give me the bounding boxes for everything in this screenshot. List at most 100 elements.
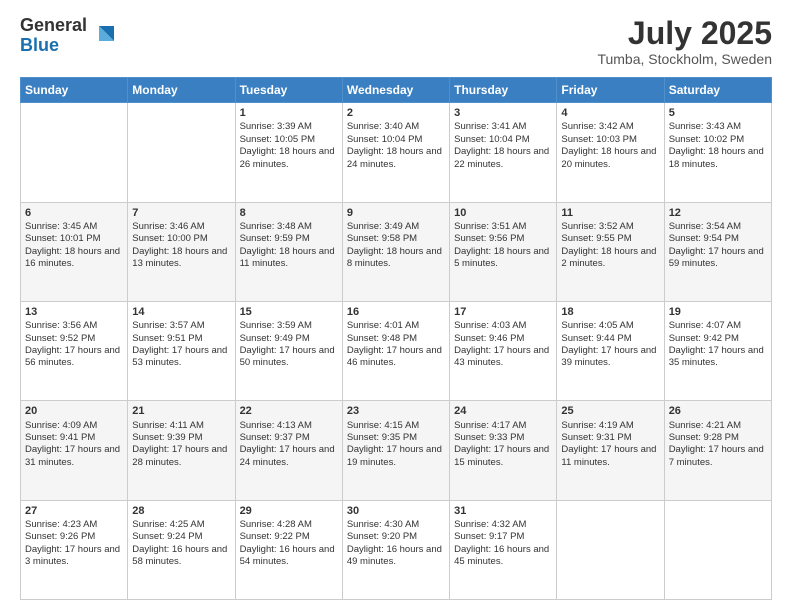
day-info: Sunrise: 3:40 AM (347, 121, 445, 133)
day-info: Sunrise: 4:23 AM (25, 519, 123, 531)
day-number: 6 (25, 206, 123, 220)
day-number: 30 (347, 504, 445, 518)
day-info: Sunset: 9:22 PM (240, 531, 338, 543)
day-number: 20 (25, 404, 123, 418)
day-number: 10 (454, 206, 552, 220)
col-sunday: Sunday (21, 78, 128, 103)
day-info: Sunrise: 3:52 AM (561, 221, 659, 233)
day-info: Sunset: 9:39 PM (132, 432, 230, 444)
day-info: Sunset: 10:02 PM (669, 134, 767, 146)
day-info: Sunrise: 4:01 AM (347, 320, 445, 332)
calendar-cell: 20Sunrise: 4:09 AMSunset: 9:41 PMDayligh… (21, 401, 128, 500)
day-number: 22 (240, 404, 338, 418)
day-info: Sunset: 9:48 PM (347, 333, 445, 345)
day-info: Sunrise: 4:30 AM (347, 519, 445, 531)
day-info: Sunrise: 4:07 AM (669, 320, 767, 332)
day-number: 8 (240, 206, 338, 220)
day-info: Sunrise: 4:17 AM (454, 420, 552, 432)
calendar-table: Sunday Monday Tuesday Wednesday Thursday… (20, 77, 772, 600)
calendar-cell: 24Sunrise: 4:17 AMSunset: 9:33 PMDayligh… (450, 401, 557, 500)
day-number: 26 (669, 404, 767, 418)
day-info: Daylight: 17 hours and 50 minutes. (240, 345, 338, 370)
logo-general: General (20, 16, 87, 36)
day-info: Sunset: 9:17 PM (454, 531, 552, 543)
day-number: 5 (669, 106, 767, 120)
header: General Blue July 2025 Tumba, Stockholm,… (20, 16, 772, 67)
location: Tumba, Stockholm, Sweden (597, 51, 772, 67)
day-info: Sunset: 9:59 PM (240, 233, 338, 245)
day-info: Daylight: 17 hours and 19 minutes. (347, 444, 445, 469)
day-info: Daylight: 18 hours and 22 minutes. (454, 146, 552, 171)
day-number: 13 (25, 305, 123, 319)
day-info: Sunrise: 3:56 AM (25, 320, 123, 332)
calendar-week-4: 20Sunrise: 4:09 AMSunset: 9:41 PMDayligh… (21, 401, 772, 500)
calendar-cell: 28Sunrise: 4:25 AMSunset: 9:24 PMDayligh… (128, 500, 235, 599)
col-saturday: Saturday (664, 78, 771, 103)
day-info: Sunset: 10:05 PM (240, 134, 338, 146)
calendar-cell: 25Sunrise: 4:19 AMSunset: 9:31 PMDayligh… (557, 401, 664, 500)
day-info: Daylight: 18 hours and 18 minutes. (669, 146, 767, 171)
day-info: Sunrise: 3:41 AM (454, 121, 552, 133)
day-info: Daylight: 18 hours and 24 minutes. (347, 146, 445, 171)
calendar-cell: 11Sunrise: 3:52 AMSunset: 9:55 PMDayligh… (557, 202, 664, 301)
calendar-cell: 7Sunrise: 3:46 AMSunset: 10:00 PMDayligh… (128, 202, 235, 301)
calendar-week-2: 6Sunrise: 3:45 AMSunset: 10:01 PMDayligh… (21, 202, 772, 301)
month-title: July 2025 (597, 16, 772, 51)
day-info: Daylight: 18 hours and 16 minutes. (25, 246, 123, 271)
day-info: Sunrise: 3:46 AM (132, 221, 230, 233)
day-info: Daylight: 17 hours and 24 minutes. (240, 444, 338, 469)
calendar-cell: 17Sunrise: 4:03 AMSunset: 9:46 PMDayligh… (450, 301, 557, 400)
calendar-cell: 1Sunrise: 3:39 AMSunset: 10:05 PMDayligh… (235, 103, 342, 202)
day-info: Daylight: 17 hours and 31 minutes. (25, 444, 123, 469)
day-number: 16 (347, 305, 445, 319)
logo: General Blue (20, 16, 119, 56)
day-info: Sunrise: 3:57 AM (132, 320, 230, 332)
logo-icon (89, 21, 119, 51)
day-info: Sunset: 9:28 PM (669, 432, 767, 444)
day-info: Daylight: 17 hours and 15 minutes. (454, 444, 552, 469)
day-info: Sunset: 10:01 PM (25, 233, 123, 245)
col-thursday: Thursday (450, 78, 557, 103)
calendar-cell: 15Sunrise: 3:59 AMSunset: 9:49 PMDayligh… (235, 301, 342, 400)
day-info: Sunset: 10:04 PM (454, 134, 552, 146)
day-info: Daylight: 18 hours and 2 minutes. (561, 246, 659, 271)
col-friday: Friday (557, 78, 664, 103)
day-info: Sunrise: 3:49 AM (347, 221, 445, 233)
day-info: Sunset: 9:24 PM (132, 531, 230, 543)
calendar-cell: 26Sunrise: 4:21 AMSunset: 9:28 PMDayligh… (664, 401, 771, 500)
day-number: 15 (240, 305, 338, 319)
day-info: Daylight: 17 hours and 43 minutes. (454, 345, 552, 370)
day-info: Sunrise: 4:09 AM (25, 420, 123, 432)
day-number: 3 (454, 106, 552, 120)
calendar-cell: 8Sunrise: 3:48 AMSunset: 9:59 PMDaylight… (235, 202, 342, 301)
calendar-cell: 29Sunrise: 4:28 AMSunset: 9:22 PMDayligh… (235, 500, 342, 599)
day-info: Sunset: 10:03 PM (561, 134, 659, 146)
calendar-cell: 23Sunrise: 4:15 AMSunset: 9:35 PMDayligh… (342, 401, 449, 500)
day-info: Sunrise: 4:11 AM (132, 420, 230, 432)
calendar-cell: 22Sunrise: 4:13 AMSunset: 9:37 PMDayligh… (235, 401, 342, 500)
day-info: Sunrise: 4:19 AM (561, 420, 659, 432)
day-info: Sunrise: 4:28 AM (240, 519, 338, 531)
logo-blue: Blue (20, 36, 87, 56)
day-number: 18 (561, 305, 659, 319)
day-info: Daylight: 18 hours and 8 minutes. (347, 246, 445, 271)
day-info: Daylight: 18 hours and 11 minutes. (240, 246, 338, 271)
calendar-cell (128, 103, 235, 202)
calendar-cell: 14Sunrise: 3:57 AMSunset: 9:51 PMDayligh… (128, 301, 235, 400)
col-wednesday: Wednesday (342, 78, 449, 103)
calendar-week-5: 27Sunrise: 4:23 AMSunset: 9:26 PMDayligh… (21, 500, 772, 599)
calendar-cell: 30Sunrise: 4:30 AMSunset: 9:20 PMDayligh… (342, 500, 449, 599)
calendar-cell: 3Sunrise: 3:41 AMSunset: 10:04 PMDayligh… (450, 103, 557, 202)
day-info: Daylight: 16 hours and 45 minutes. (454, 544, 552, 569)
calendar-cell: 31Sunrise: 4:32 AMSunset: 9:17 PMDayligh… (450, 500, 557, 599)
day-info: Daylight: 18 hours and 13 minutes. (132, 246, 230, 271)
calendar-week-3: 13Sunrise: 3:56 AMSunset: 9:52 PMDayligh… (21, 301, 772, 400)
day-info: Daylight: 16 hours and 49 minutes. (347, 544, 445, 569)
day-info: Sunset: 9:46 PM (454, 333, 552, 345)
calendar-cell: 12Sunrise: 3:54 AMSunset: 9:54 PMDayligh… (664, 202, 771, 301)
calendar-header-row: Sunday Monday Tuesday Wednesday Thursday… (21, 78, 772, 103)
day-info: Sunset: 9:33 PM (454, 432, 552, 444)
day-info: Sunrise: 4:13 AM (240, 420, 338, 432)
day-info: Sunrise: 4:21 AM (669, 420, 767, 432)
day-info: Sunrise: 3:48 AM (240, 221, 338, 233)
